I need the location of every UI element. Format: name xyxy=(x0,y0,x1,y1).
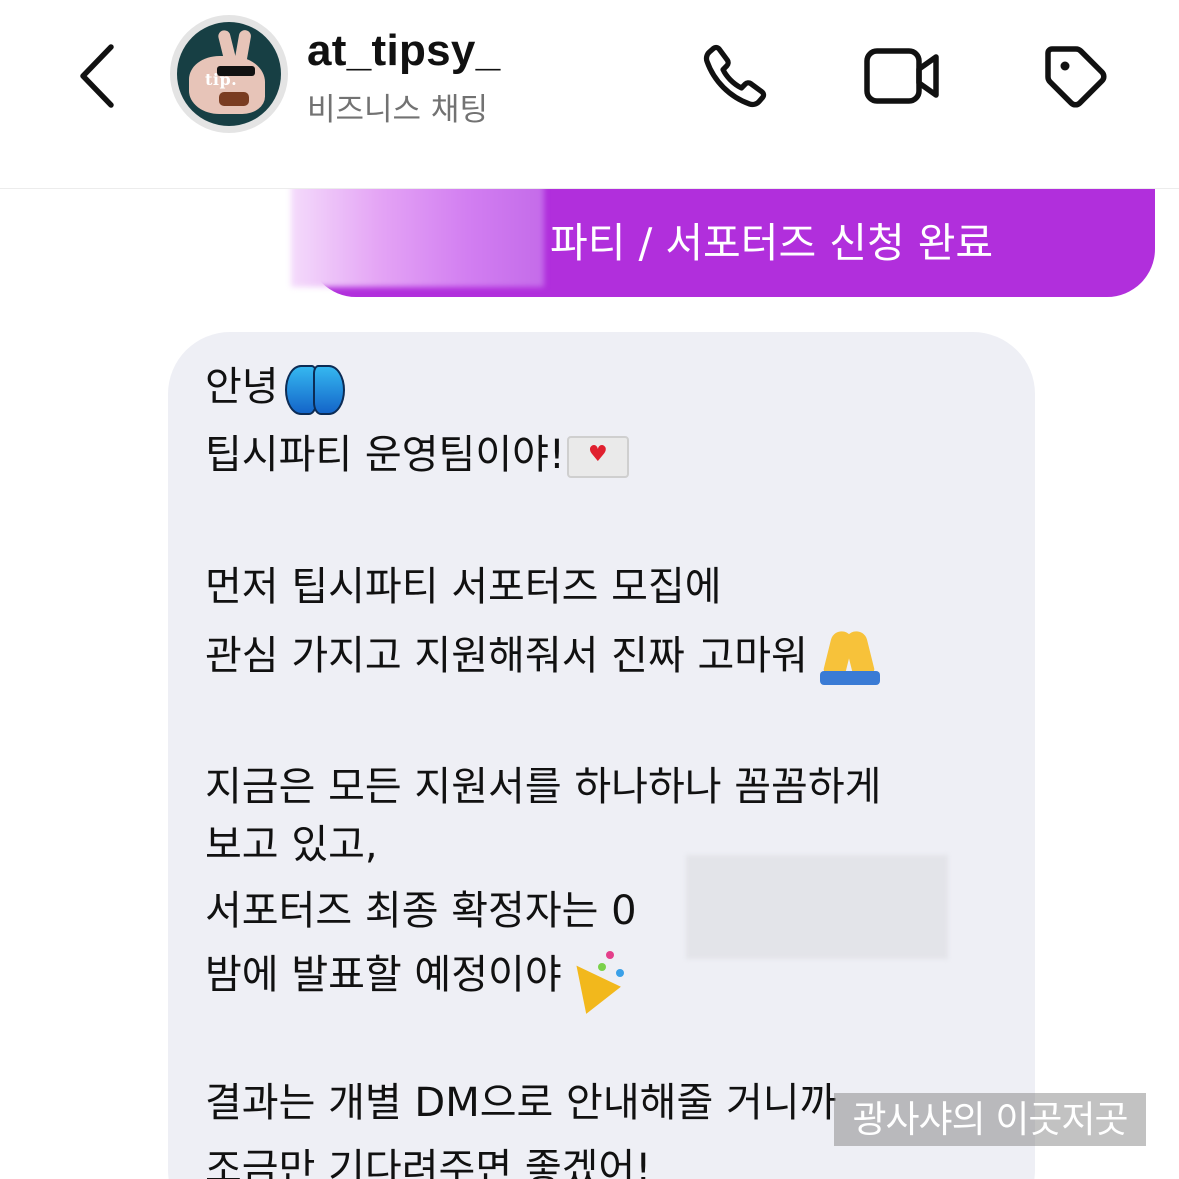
love-letter-icon: ♥ xyxy=(566,436,629,478)
message-line: 서포터즈 최종 확정자는 0 xyxy=(205,888,637,934)
redacted-area xyxy=(686,855,948,959)
chevron-left-icon xyxy=(80,44,114,108)
username[interactable]: at_tipsy_ xyxy=(307,26,500,76)
message-line: 관심 가지고 지원해줘서 진짜 고마워 xyxy=(205,628,882,687)
butterfly-icon xyxy=(283,363,345,415)
avatar[interactable]: tip. xyxy=(170,15,288,133)
back-button[interactable] xyxy=(62,38,132,114)
message-line: 보고 있고, xyxy=(205,822,378,868)
phone-icon xyxy=(703,44,767,108)
party-popper-icon xyxy=(558,947,626,1014)
message-line: 지금은 모든 지원서를 하나하나 꼼꼼하게 xyxy=(205,764,882,810)
chat-header: tip. at_tipsy_ 비즈니스 채팅 xyxy=(0,0,1179,189)
message-line: 결과는 개별 DM으로 안내해줄 거니까 xyxy=(205,1080,837,1126)
watermark: 광사샤의 이곳저곳 xyxy=(834,1093,1146,1146)
chat-type-subtitle: 비즈니스 채팅 xyxy=(307,92,488,128)
folded-hands-icon xyxy=(818,628,882,687)
message-line: 조금만 기다려주면 좋겠어! xyxy=(205,1146,652,1179)
sent-message-text: 파티 / 서포터즈 신청 완료 xyxy=(550,219,994,267)
voice-call-button[interactable] xyxy=(695,36,775,116)
tag-icon xyxy=(1045,46,1107,108)
message-line: 팁시파티 운영팀이야! ♥ xyxy=(205,431,629,479)
avatar-logo-text: tip. xyxy=(205,70,238,89)
message-line: 안녕 xyxy=(205,363,345,415)
redacted-area xyxy=(291,189,544,287)
video-camera-icon xyxy=(864,48,939,104)
message-line: 밤에 발표할 예정이야 xyxy=(205,947,626,1014)
video-call-button[interactable] xyxy=(862,36,942,116)
message-thread[interactable]: 파티 / 서포터즈 신청 완료 안녕 팁시파티 운영팀이야! ♥ 먼저 팁시파티 … xyxy=(0,189,1179,1179)
tag-button[interactable] xyxy=(1035,36,1115,116)
avatar-image: tip. xyxy=(177,22,281,126)
message-line: 먼저 팁시파티 서포터즈 모집에 xyxy=(205,564,722,610)
